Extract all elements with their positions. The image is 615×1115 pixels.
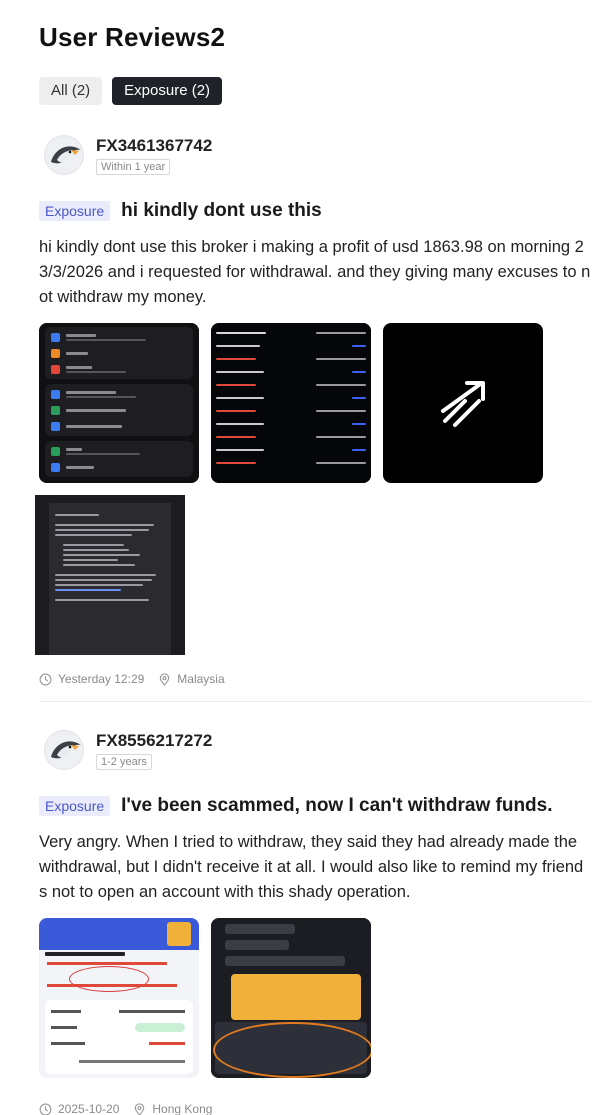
clock-icon xyxy=(39,1103,52,1115)
expand-images-button[interactable] xyxy=(383,323,543,483)
exposure-tag: Exposure xyxy=(39,201,111,221)
review-header: FX8556217272 1-2 years xyxy=(39,730,591,774)
review-body: hi kindly dont use this broker i making … xyxy=(39,238,591,306)
review-meta: Yesterday 12:29 Malaysia xyxy=(39,672,591,686)
review-meta: 2025-10-20 Hong Kong xyxy=(39,1102,591,1115)
filter-exposure-button[interactable]: Exposure (2) xyxy=(112,77,223,105)
location-pin-icon xyxy=(135,1102,145,1115)
review-time: Yesterday 12:29 xyxy=(58,672,145,686)
clock-icon xyxy=(39,673,52,685)
review-time: 2025-10-20 xyxy=(58,1102,120,1115)
review-header: FX3461367742 Within 1 year xyxy=(39,135,591,179)
review-title-row: Exposure hi kindly dont use this xyxy=(39,200,591,222)
chat-screenshot[interactable] xyxy=(211,918,371,1078)
review-location: Hong Kong xyxy=(152,1102,213,1115)
review-title: I've been scammed, now I can't withdraw … xyxy=(121,795,553,816)
tenure-badge: Within 1 year xyxy=(96,159,171,175)
location-pin-icon xyxy=(160,672,170,686)
tenure-badge: 1-2 years xyxy=(96,754,152,770)
review-divider xyxy=(39,701,591,702)
review-location: Malaysia xyxy=(177,672,225,686)
expand-images-icon xyxy=(441,381,485,427)
eagle-avatar-icon[interactable] xyxy=(44,730,84,770)
filter-bar: All (2) Exposure (2) xyxy=(39,77,223,105)
review-title: hi kindly dont use this xyxy=(121,200,322,221)
review-gallery xyxy=(35,323,559,655)
eagle-avatar-icon[interactable] xyxy=(44,135,84,175)
exposure-tag: Exposure xyxy=(39,796,111,816)
transaction-details-screenshot[interactable] xyxy=(39,918,199,1078)
username[interactable]: FX3461367742 xyxy=(96,136,212,156)
settings-menu-screenshot[interactable] xyxy=(39,323,199,483)
review-body: Very angry. When I tried to withdraw, th… xyxy=(39,833,584,901)
review-title-row: Exposure I've been scammed, now I can't … xyxy=(39,795,591,817)
filter-all-button[interactable]: All (2) xyxy=(39,77,103,105)
review-card: FX8556217272 1-2 years Exposure I've bee… xyxy=(39,730,591,1115)
review-card: FX3461367742 Within 1 year Exposure hi k… xyxy=(35,135,591,686)
page-title: User Reviews2 xyxy=(39,22,226,52)
review-gallery xyxy=(39,918,559,1078)
username[interactable]: FX8556217272 xyxy=(96,731,212,751)
email-screenshot[interactable] xyxy=(35,495,185,655)
trade-history-screenshot[interactable] xyxy=(211,323,371,483)
